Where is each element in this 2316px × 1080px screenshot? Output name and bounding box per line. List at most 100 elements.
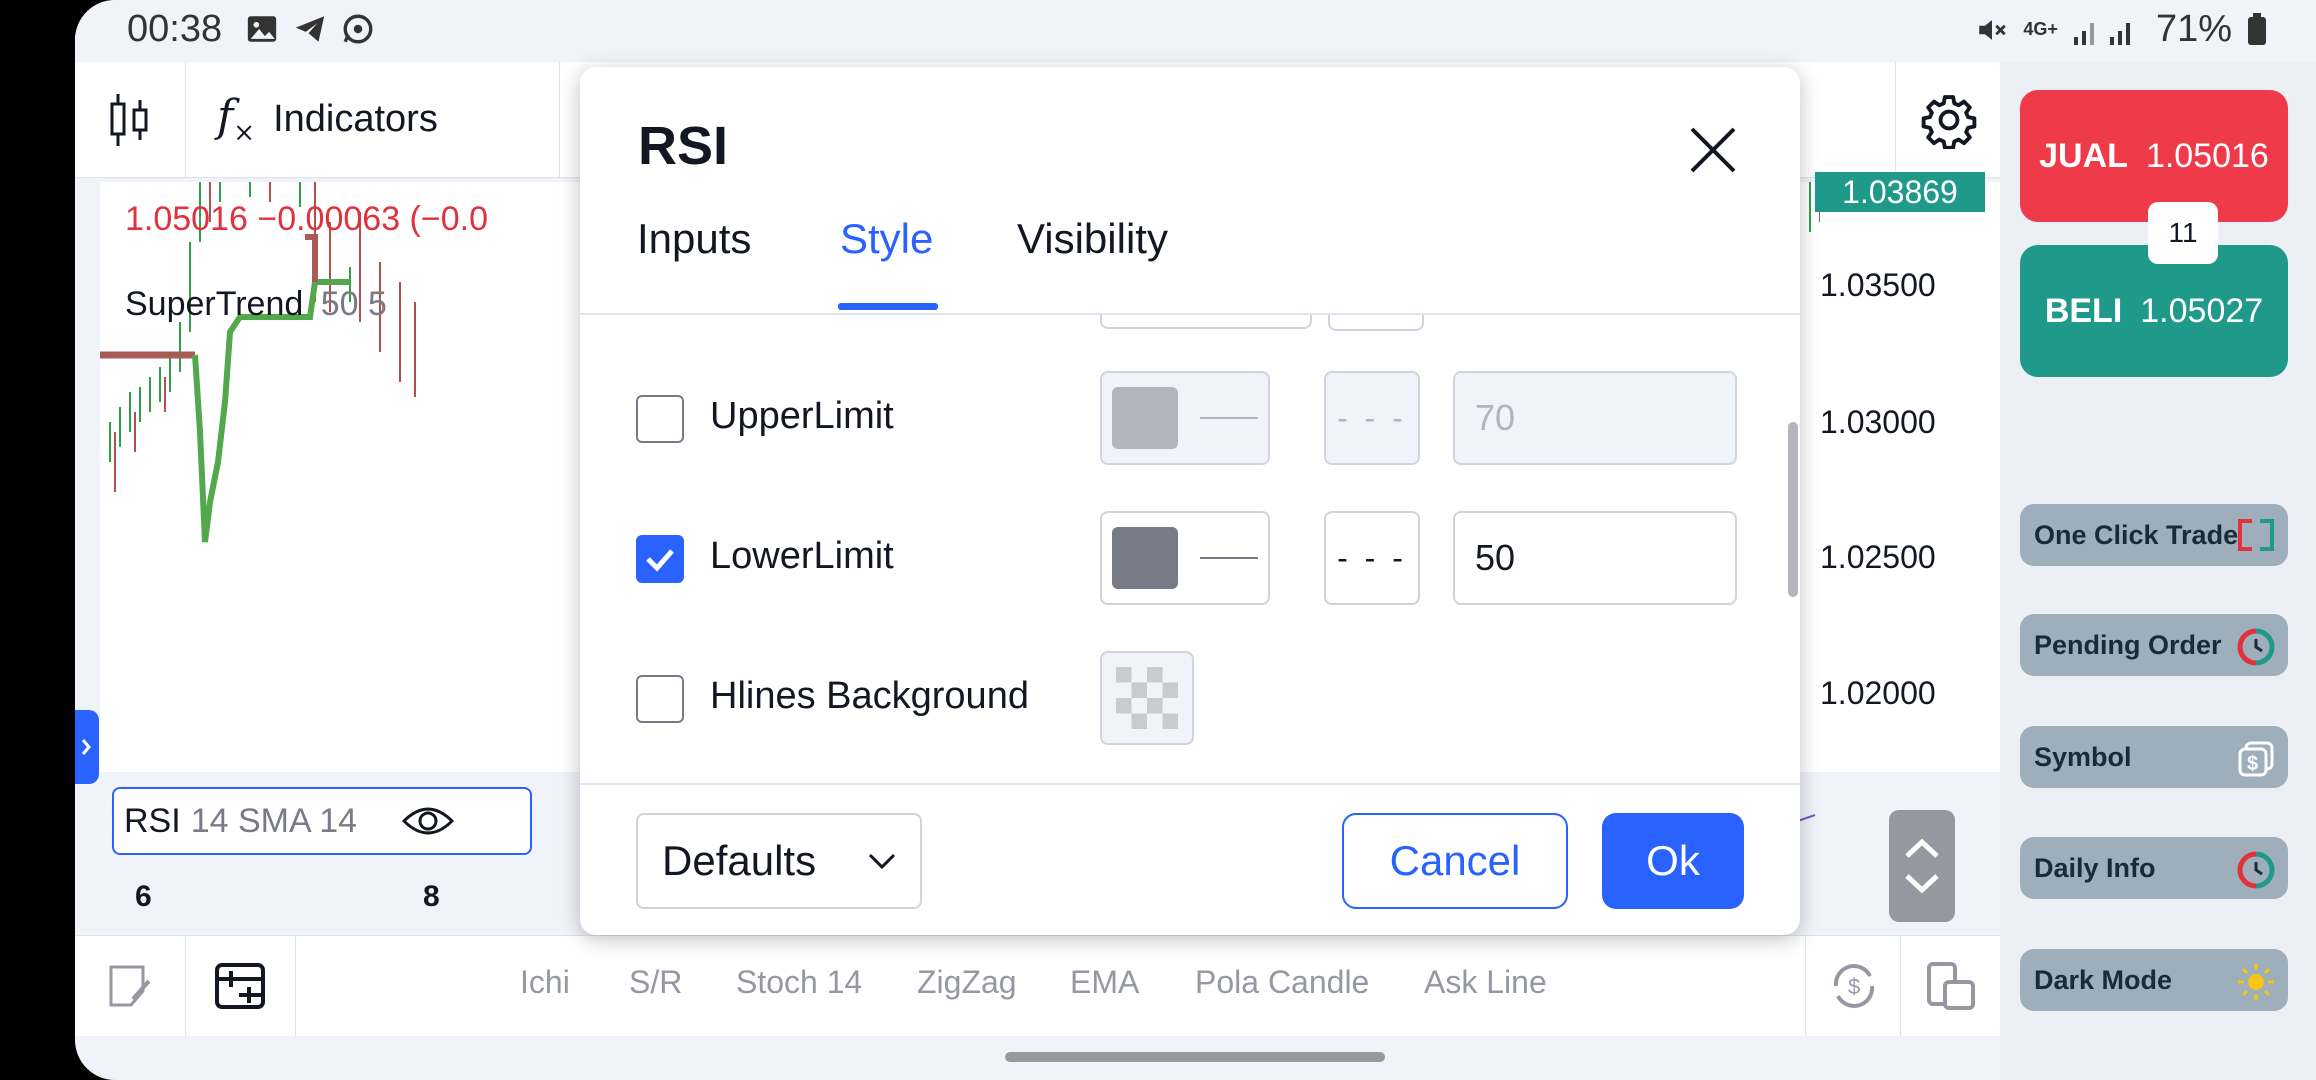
quick-indicator[interactable]: Ichi — [520, 964, 570, 1001]
quick-indicator[interactable]: Stoch 14 — [736, 964, 862, 1001]
rsi-pane-legend[interactable]: RSI 14 SMA 14 — [112, 787, 532, 855]
scale-toggle-button[interactable] — [1889, 810, 1955, 922]
pending-icon — [2237, 628, 2275, 666]
hlines-background-label: Hlines Background — [710, 675, 1029, 717]
hlines-background-checkbox[interactable] — [636, 675, 684, 723]
ok-button[interactable]: Ok — [1602, 813, 1744, 909]
object-tree-button[interactable] — [185, 936, 296, 1036]
gear-icon — [1921, 94, 1976, 149]
divider — [580, 783, 1800, 785]
chart-legend-price: 1.05016 −0.00063 (−0.0 — [125, 200, 488, 238]
dialog-title: RSI — [638, 116, 729, 176]
dark-mode-button[interactable]: Dark Mode — [2020, 949, 2288, 1011]
sliders-icon — [215, 963, 265, 1009]
svg-text:$: $ — [1848, 974, 1860, 999]
time-label: 6 — [135, 880, 152, 913]
symbol-icon: $ — [2238, 741, 2274, 777]
candlestick-icon — [110, 93, 148, 146]
symbol-button[interactable]: Symbol $ — [2020, 726, 2288, 788]
telegram-icon — [295, 16, 325, 42]
status-system-icons: 4G+ 71% — [1975, 8, 2268, 51]
tab-style[interactable]: Style — [840, 215, 933, 263]
tab-visibility[interactable]: Visibility — [1017, 215, 1168, 263]
chevron-up-down-icon — [1905, 838, 1939, 894]
close-button[interactable] — [1678, 115, 1748, 185]
function-icon: f× — [217, 91, 256, 148]
transparent-swatch-icon — [1116, 667, 1178, 729]
quick-indicator[interactable]: S/R — [629, 964, 682, 1001]
line-width-sample — [1200, 417, 1258, 419]
upper-limit-row: UpperLimit - - - 70 — [636, 371, 1737, 465]
one-click-trade-button[interactable]: One Click Trade — [2020, 504, 2288, 566]
side-item-label: One Click Trade — [2034, 519, 2239, 550]
lot-size-input[interactable]: 11 — [2148, 202, 2218, 264]
defaults-dropdown[interactable]: Defaults — [636, 813, 922, 909]
tab-inputs[interactable]: Inputs — [637, 215, 751, 263]
whatsapp-icon — [343, 14, 373, 44]
price-label: 1.02000 — [1820, 675, 1936, 711]
upper-limit-label: UpperLimit — [710, 395, 894, 437]
active-tab-indicator — [838, 303, 938, 310]
lower-limit-label: LowerLimit — [710, 535, 894, 577]
settings-button[interactable] — [1895, 62, 2001, 177]
supertrend-params: 50 5 — [320, 285, 387, 323]
upper-limit-line-style[interactable]: - - - — [1324, 371, 1420, 465]
app-screen: 00:38 4G+ 71% f× Indicators 1.05016 −0.0… — [75, 0, 2316, 1080]
chart-legend-indicator[interactable]: SuperTrend 50 5 — [125, 285, 387, 324]
color-swatch — [1112, 527, 1178, 589]
clipped-row-controls — [1095, 315, 1315, 331]
bottom-toolbar: Ichi S/R Stoch 14 ZigZag EMA Pola Candle… — [75, 935, 2000, 1036]
upper-limit-color-picker[interactable] — [1100, 371, 1270, 465]
candles-left — [100, 182, 416, 543]
svg-text:$: $ — [2247, 753, 2258, 775]
buy-price: 1.05027 — [2140, 291, 2264, 330]
price-axis[interactable]: 1.03869 1.03500 1.03000 1.02500 1.02000 — [1815, 172, 2000, 772]
battery-icon — [2248, 12, 2266, 45]
gallery-icon — [247, 16, 277, 42]
sun-icon — [2238, 964, 2274, 1000]
pencil-note-icon — [109, 965, 151, 1007]
replay-button[interactable]: $ — [1805, 936, 1901, 1036]
cancel-button[interactable]: Cancel — [1342, 813, 1568, 909]
dialog-scrollbar[interactable] — [1788, 422, 1798, 597]
quick-indicator[interactable]: Ask Line — [1424, 964, 1547, 1001]
upper-limit-checkbox[interactable] — [636, 395, 684, 443]
supertrend-name: SuperTrend — [125, 285, 304, 323]
upper-limit-value-input[interactable]: 70 — [1453, 371, 1737, 465]
daily-info-button[interactable]: Daily Info — [2020, 837, 2288, 899]
buy-label: BELI — [2044, 291, 2123, 330]
chevron-down-icon — [868, 853, 896, 870]
lower-limit-color-picker[interactable] — [1100, 511, 1270, 605]
indicators-button[interactable]: f× Indicators — [185, 62, 560, 177]
hlines-background-color-picker[interactable] — [1100, 651, 1194, 745]
clipped-row-dash — [1328, 315, 1424, 331]
side-item-label: Daily Info — [2034, 852, 2156, 883]
quick-indicator[interactable]: EMA — [1070, 964, 1139, 1001]
line-width-sample — [1200, 557, 1258, 559]
pending-order-button[interactable]: Pending Order — [2020, 614, 2288, 676]
chart-type-button[interactable] — [75, 62, 186, 177]
lower-limit-value-input[interactable]: 50 — [1453, 511, 1737, 605]
side-item-label: Pending Order — [2034, 629, 2222, 660]
one-click-icon — [2238, 519, 2274, 551]
buy-button[interactable]: BELI 1.05027 — [2020, 245, 2288, 377]
rsi-name: RSI — [124, 801, 181, 840]
drawing-tools-button[interactable] — [75, 936, 186, 1036]
last-price-tag: 1.03869 — [1815, 172, 1985, 212]
expand-panel-tab[interactable] — [75, 710, 99, 784]
lower-limit-checkbox[interactable] — [636, 535, 684, 583]
home-indicator[interactable] — [1005, 1052, 1385, 1062]
status-time: 00:38 — [127, 8, 223, 50]
checkmark-icon — [646, 549, 674, 572]
layout-button[interactable] — [1900, 936, 2001, 1036]
network-type: 4G+ — [2023, 19, 2058, 39]
lower-limit-line-style[interactable]: - - - — [1324, 511, 1420, 605]
price-label: 1.03500 — [1820, 267, 1936, 303]
signal-icon — [2073, 22, 2130, 45]
trade-side-panel: JUAL 1.05016 BELI 1.05027 11 One Click T… — [2000, 62, 2316, 1080]
eye-icon[interactable] — [401, 801, 455, 841]
sell-price: 1.05016 — [2145, 136, 2269, 175]
daily-info-icon — [2237, 851, 2275, 889]
quick-indicator[interactable]: ZigZag — [917, 964, 1017, 1001]
quick-indicator[interactable]: Pola Candle — [1195, 964, 1369, 1001]
